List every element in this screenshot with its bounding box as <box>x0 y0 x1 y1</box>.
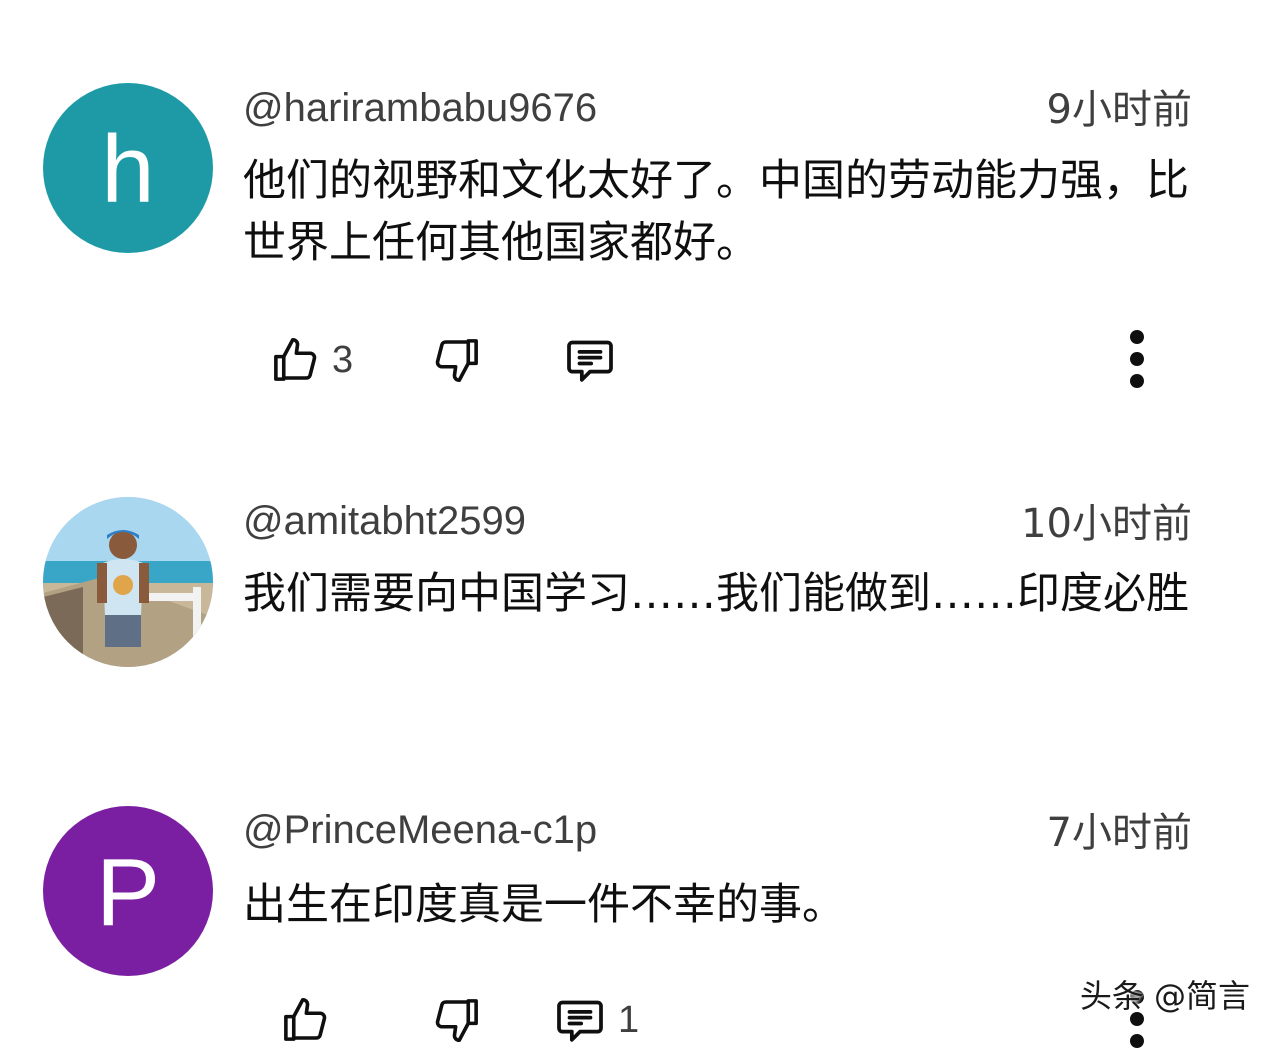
comment-icon <box>562 332 618 388</box>
like-count: 3 <box>332 338 354 381</box>
avatar-photo <box>43 497 213 667</box>
comment-author-handle[interactable]: @harirambabu9676 <box>243 84 597 132</box>
reply-count: 1 <box>618 998 640 1041</box>
watermark: 头条 @简言 <box>1079 977 1250 1015</box>
avatar[interactable]: P <box>43 806 213 976</box>
comment-timestamp[interactable]: 7小时前 <box>1047 809 1192 857</box>
avatar[interactable] <box>43 497 213 667</box>
reply-button[interactable] <box>562 325 628 395</box>
comment-author-handle[interactable]: @PrinceMeena-c1p <box>243 806 597 854</box>
avatar-letter: P <box>95 839 161 946</box>
thumb-up-icon <box>278 993 332 1047</box>
like-button[interactable]: 3 <box>268 325 353 395</box>
comment-text: 他们的视野和文化太好了。中国的劳动能力强，比世界上任何其他国家都好。 <box>243 156 1189 268</box>
thumb-up-icon <box>268 333 322 387</box>
avatar[interactable]: h <box>43 83 213 253</box>
thumb-down-icon <box>430 333 484 387</box>
comment-icon <box>552 992 608 1048</box>
comment-text: 我们需要向中国学习……我们能做到……印度必胜 <box>243 569 1189 619</box>
avatar-letter: h <box>101 116 155 223</box>
comment-author-handle[interactable]: @amitabht2599 <box>243 497 526 545</box>
thumb-down-icon <box>430 993 484 1047</box>
comment-actions: 3 <box>0 325 1280 395</box>
more-vert-icon <box>1127 327 1147 393</box>
comment-timestamp[interactable]: 9小时前 <box>1047 86 1192 134</box>
dislike-button[interactable] <box>430 325 484 395</box>
more-options-button[interactable] <box>1117 325 1157 395</box>
comment-timestamp[interactable]: 10小时前 <box>1021 500 1192 548</box>
comment-text: 出生在印度真是一件不幸的事。 <box>243 880 845 930</box>
